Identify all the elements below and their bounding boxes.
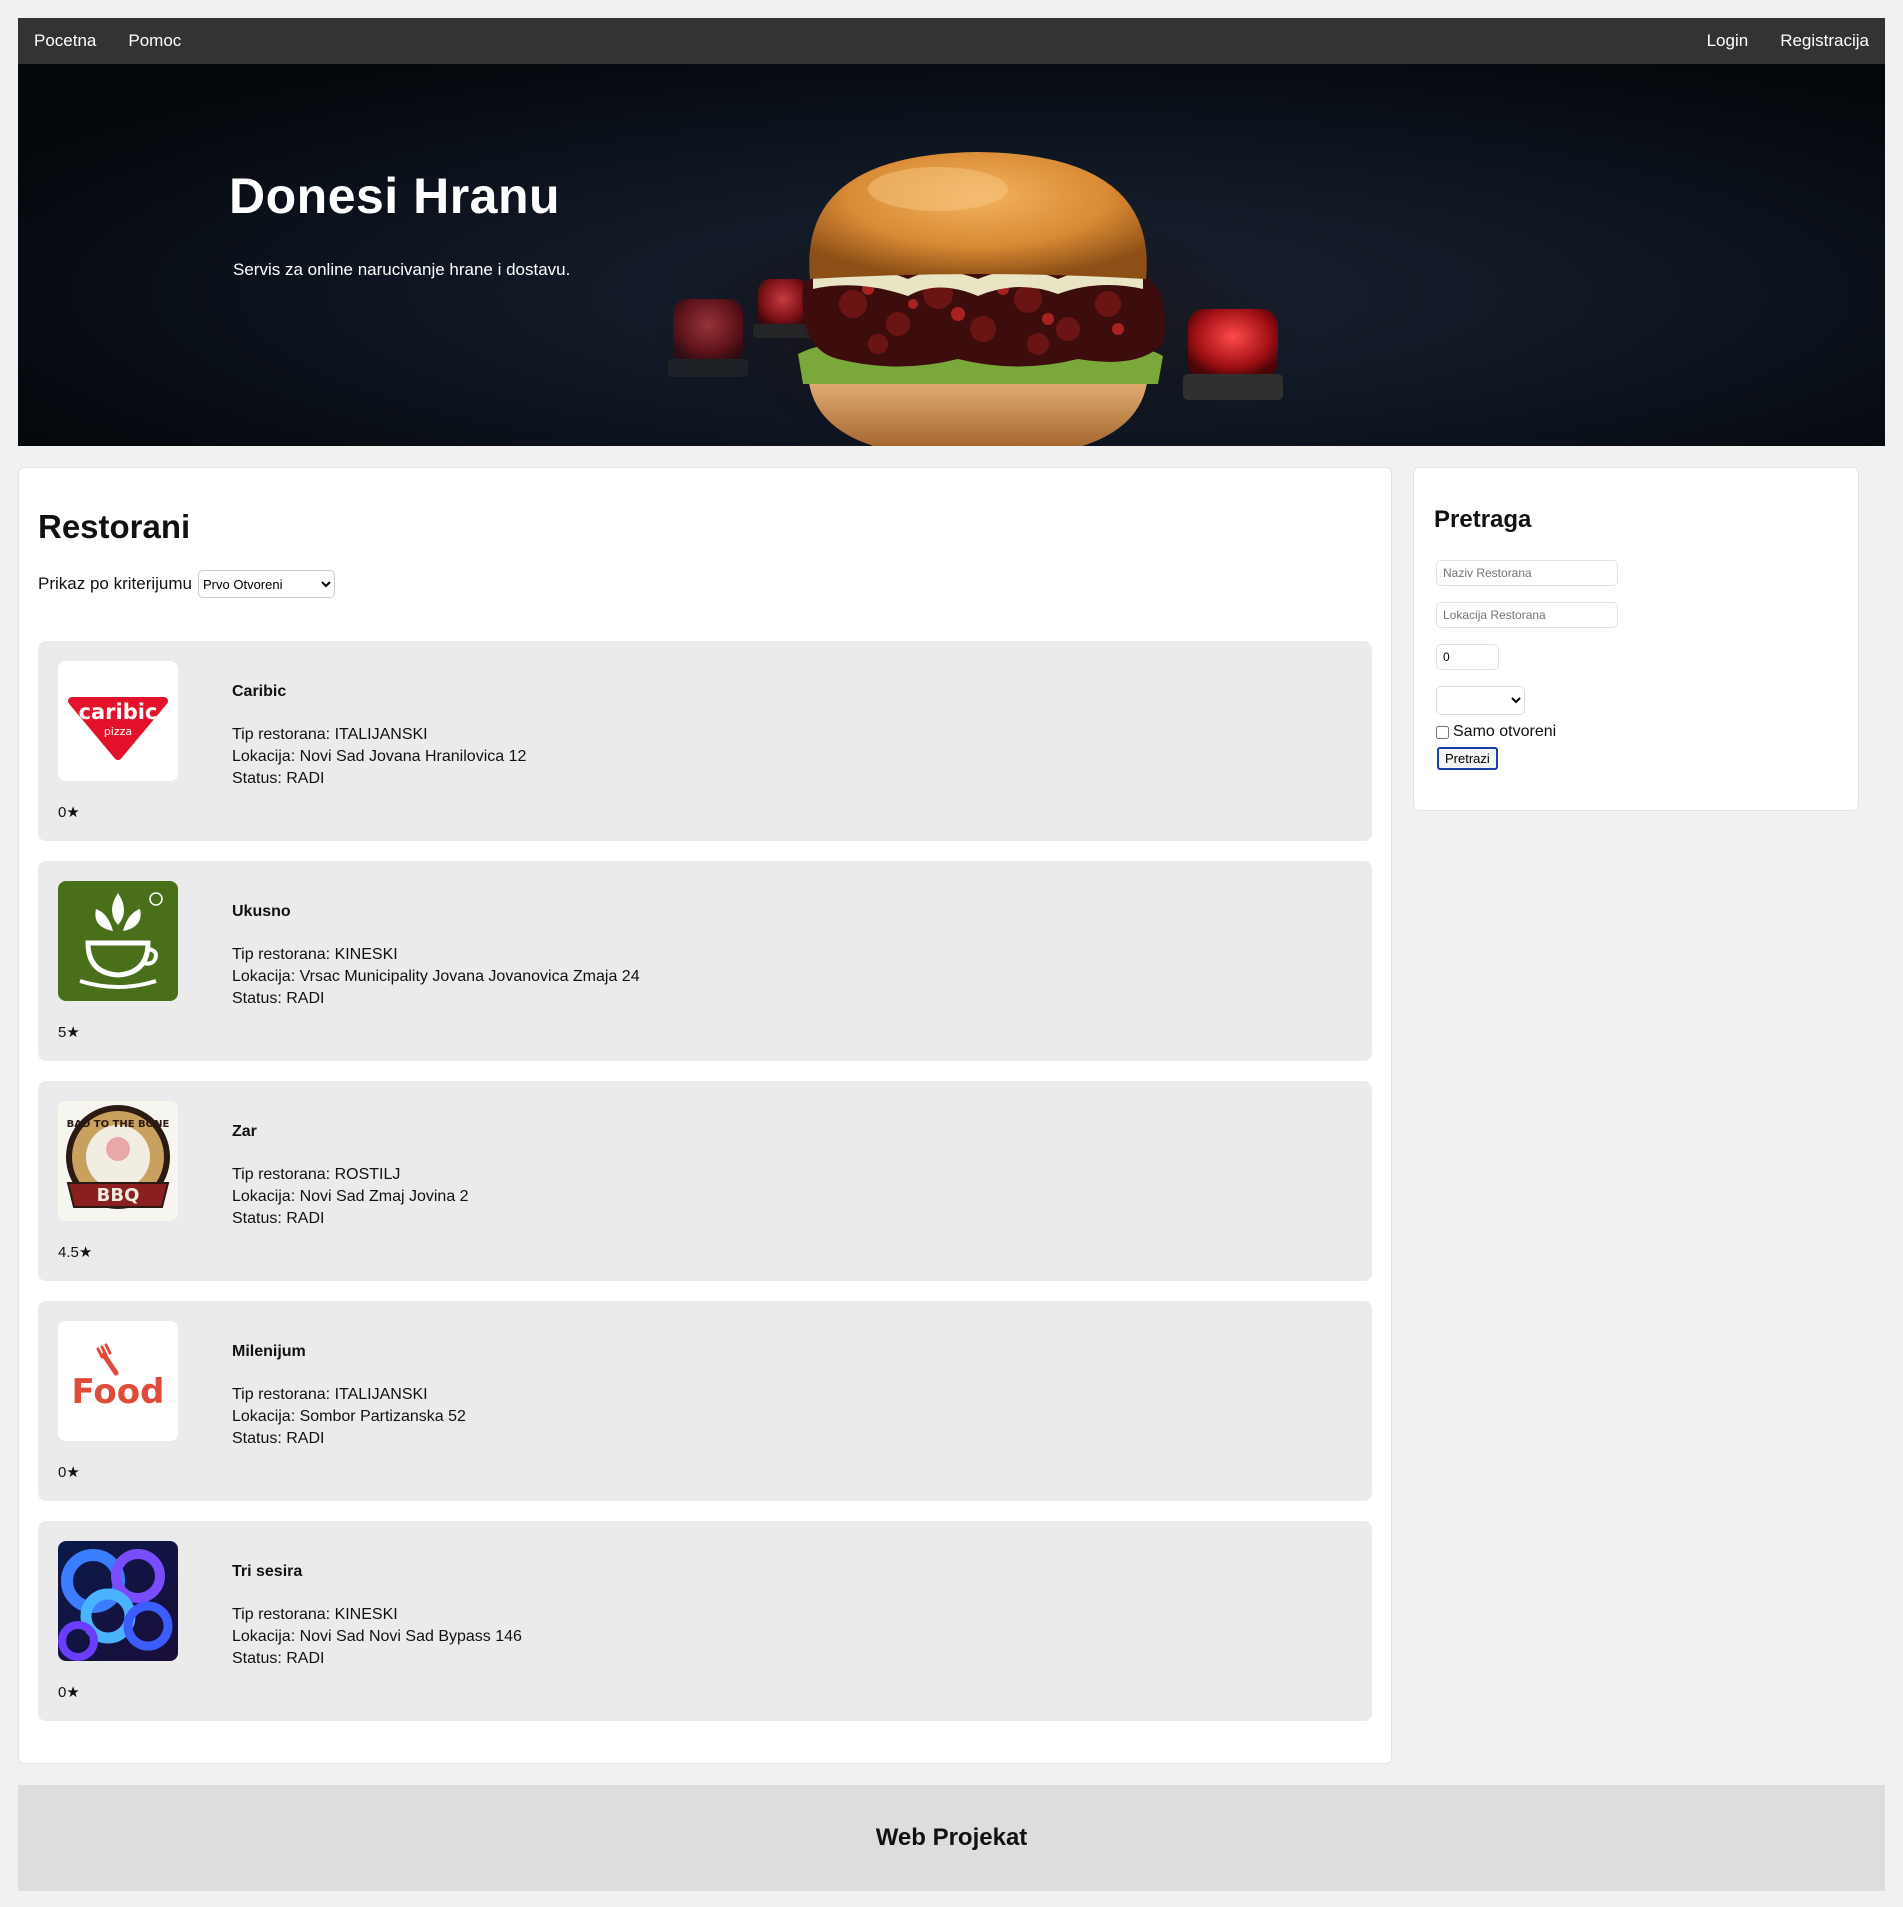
restaurant-info: Caribic Tip restorana: ITALIJANSKI Lokac… (232, 681, 526, 790)
open-only-label: Samo otvoreni (1453, 723, 1557, 740)
nav-link-registracija[interactable]: Registracija (1764, 18, 1885, 64)
svg-text:BAD TO THE BONE: BAD TO THE BONE (67, 1119, 170, 1130)
restaurant-type: Tip restorana: ITALIJANSKI (232, 1386, 428, 1403)
restaurant-location-input[interactable] (1436, 602, 1618, 628)
restaurant-rating: 5★ (58, 1024, 80, 1041)
restaurant-type: Tip restorana: ROSTILJ (232, 1166, 401, 1183)
restaurant-card-tri-sesira[interactable]: Tri sesira Tip restorana: KINESKI Lokaci… (38, 1521, 1372, 1721)
restaurant-rating: 4.5★ (58, 1244, 93, 1261)
svg-text:caribic: caribic (79, 700, 158, 724)
food-fork-logo: Food (58, 1321, 178, 1441)
restaurant-location: Lokacija: Sombor Partizanska 52 (232, 1408, 466, 1425)
nav-right: Login Registracija (1691, 18, 1885, 64)
open-only-row: Samo otvoreni (1434, 723, 1838, 741)
footer-text: Web Projekat (875, 1824, 1028, 1851)
leaf-cup-logo (58, 881, 178, 1001)
bbq-badge-logo: BAD TO THE BONE BBQ (58, 1101, 178, 1221)
svg-text:Food: Food (72, 1372, 165, 1412)
restaurant-location: Lokacija: Novi Sad Jovana Hranilovica 12 (232, 748, 527, 765)
search-title: Pretraga (1434, 506, 1532, 533)
restaurant-name[interactable]: Milenijum (232, 1341, 466, 1363)
burger-image (648, 152, 1308, 446)
nav-link-pocetna[interactable]: Pocetna (18, 18, 112, 64)
search-panel: Pretraga Samo otvoreni Pretrazi (1413, 467, 1859, 811)
restaurant-rating: 0★ (58, 1464, 80, 1481)
restaurant-name[interactable]: Zar (232, 1121, 469, 1143)
restaurant-info: Tri sesira Tip restorana: KINESKI Lokaci… (232, 1561, 522, 1670)
restaurant-type: Tip restorana: ITALIJANSKI (232, 726, 428, 743)
rating-input[interactable] (1436, 644, 1499, 670)
restaurant-info: Ukusno Tip restorana: KINESKI Lokacija: … (232, 901, 640, 1010)
abstract-blue-logo (58, 1541, 178, 1661)
restaurant-location: Lokacija: Novi Sad Novi Sad Bypass 146 (232, 1628, 522, 1645)
sort-label: Prikaz po kriterijumu (38, 574, 192, 593)
restaurants-panel: Restorani Prikaz po kriterijumu Prvo Otv… (18, 467, 1392, 1764)
restaurant-card-caribic[interactable]: caribic pizza Caribic Tip restorana: ITA… (38, 641, 1372, 841)
restaurant-status: Status: RADI (232, 990, 325, 1007)
main-row: Restorani Prikaz po kriterijumu Prvo Otv… (18, 467, 1885, 1764)
svg-text:BBQ: BBQ (97, 1185, 140, 1206)
restaurant-type-select[interactable] (1436, 686, 1525, 715)
restaurant-name[interactable]: Caribic (232, 681, 526, 703)
restaurant-name-input[interactable] (1436, 560, 1618, 586)
restaurant-type: Tip restorana: KINESKI (232, 946, 398, 963)
restaurant-rating: 0★ (58, 1684, 80, 1701)
hero-subtitle: Servis za online narucivanje hrane i dos… (233, 260, 571, 279)
open-only-checkbox[interactable] (1436, 725, 1449, 739)
restaurant-name[interactable]: Tri sesira (232, 1561, 522, 1583)
restaurant-card-zar[interactable]: BAD TO THE BONE BBQ Zar Tip restorana: R… (38, 1081, 1372, 1281)
nav-left: Pocetna Pomoc (18, 18, 197, 64)
restaurant-card-ukusno[interactable]: Ukusno Tip restorana: KINESKI Lokacija: … (38, 861, 1372, 1061)
restaurant-type: Tip restorana: KINESKI (232, 1606, 398, 1623)
top-nav: Pocetna Pomoc Login Registracija (18, 18, 1885, 64)
restaurant-location: Lokacija: Novi Sad Zmaj Jovina 2 (232, 1188, 469, 1205)
sort-select[interactable]: Prvo Otvoreni (198, 570, 335, 598)
nav-link-pomoc[interactable]: Pomoc (112, 18, 197, 64)
svg-text:pizza: pizza (104, 725, 132, 738)
restaurant-status: Status: RADI (232, 770, 325, 787)
nav-link-login[interactable]: Login (1691, 18, 1765, 64)
hero-banner: Donesi Hranu Servis za online narucivanj… (18, 64, 1885, 446)
restaurant-location: Lokacija: Vrsac Municipality Jovana Jova… (232, 968, 640, 985)
footer: Web Projekat (18, 1785, 1885, 1891)
page: Pocetna Pomoc Login Registracija Donesi … (18, 18, 1885, 1891)
sort-row: Prikaz po kriterijumu Prvo Otvoreni (38, 570, 1372, 598)
restaurant-info: Milenijum Tip restorana: ITALIJANSKI Lok… (232, 1341, 466, 1450)
restaurant-status: Status: RADI (232, 1210, 325, 1227)
restaurant-status: Status: RADI (232, 1430, 325, 1447)
search-button[interactable]: Pretrazi (1437, 747, 1498, 770)
restaurant-status: Status: RADI (232, 1650, 325, 1667)
restaurant-info: Zar Tip restorana: ROSTILJ Lokacija: Nov… (232, 1121, 469, 1230)
restaurant-rating: 0★ (58, 804, 80, 821)
caribic-pizza-logo: caribic pizza (58, 661, 178, 781)
restaurant-card-milenijum[interactable]: Food Milenijum Tip restorana: ITALIJANSK… (38, 1301, 1372, 1501)
restaurant-name[interactable]: Ukusno (232, 901, 640, 923)
hero-title: Donesi Hranu (229, 168, 561, 224)
restaurants-title: Restorani (38, 508, 191, 545)
